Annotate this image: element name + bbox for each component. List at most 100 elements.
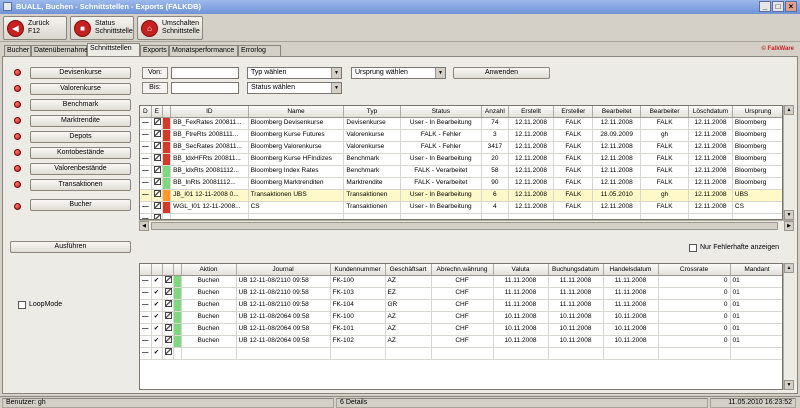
column-header[interactable]: E <box>151 106 163 118</box>
switch-interface-button[interactable]: ⌂ Umschalten Schnittstelle <box>137 16 203 40</box>
cell-typ[interactable]: Benchmark <box>343 153 401 166</box>
cell-mandant[interactable]: 01 <box>730 335 782 348</box>
column-header[interactable] <box>162 106 172 118</box>
delete-marker[interactable]: — <box>140 347 152 360</box>
cell-valuta[interactable]: 11.11.2008 <box>493 275 549 288</box>
cell-loeschdatum[interactable]: 12.11.2008 <box>688 165 733 178</box>
bucher-button[interactable]: Bucher <box>30 199 131 211</box>
cell-id[interactable]: JB_I01 12-11-2008 0... <box>170 189 249 202</box>
cell-ersteller[interactable]: FALK <box>553 129 594 142</box>
tab-datenuebernahme[interactable]: Datenübernahme <box>31 45 88 56</box>
cell-loeschdatum[interactable]: 12.11.2008 <box>688 177 733 190</box>
cell-aktion[interactable]: Buchen <box>181 335 237 348</box>
cell-anzahl[interactable]: 90 <box>481 177 509 190</box>
cell-bearbeiter[interactable]: gh <box>640 129 690 142</box>
cell-erstellt[interactable]: 12.11.2008 <box>508 129 555 142</box>
cell-cross[interactable]: 0 <box>658 287 731 300</box>
edit-icon[interactable] <box>164 299 172 307</box>
column-header[interactable]: Name <box>248 106 345 118</box>
edit-cell[interactable] <box>162 311 174 324</box>
left-button-valorenbestaende[interactable]: Valorenbestände <box>30 163 131 175</box>
edit-cell[interactable] <box>151 189 163 202</box>
cell-typ[interactable]: Valorenkurse <box>343 141 401 154</box>
cell-cross[interactable]: 0 <box>658 275 731 288</box>
edit-icon[interactable] <box>153 129 161 137</box>
cell-status[interactable]: User - In Bearbeitung <box>400 189 483 202</box>
cell-loeschdatum[interactable]: 12.11.2008 <box>688 141 733 154</box>
cell-anzahl[interactable]: 74 <box>481 117 509 130</box>
table-row[interactable]: — JB_I01 12-11-2008 0... Transaktionen UBS… <box>140 189 782 202</box>
scroll-down-icon[interactable]: ▼ <box>784 380 794 390</box>
cell-status[interactable]: User - In Bearbeitung <box>400 117 483 130</box>
von-date-input[interactable] <box>171 67 239 79</box>
cell-handel[interactable]: 10.11.2008 <box>603 323 659 336</box>
cell-journal[interactable]: UB 12-11-08/2064 09:58 <box>236 311 331 324</box>
apply-button[interactable]: Anwenden <box>453 67 550 79</box>
cell-valuta[interactable]: 10.11.2008 <box>493 335 549 348</box>
cell-ersteller[interactable]: FALK <box>553 189 594 202</box>
cell-cross[interactable]: 0 <box>658 335 731 348</box>
cell-status[interactable]: FALK - Verarbeitet <box>400 177 483 190</box>
cell-loeschdatum[interactable]: 12.11.2008 <box>688 129 733 142</box>
check-icon[interactable]: ✔ <box>151 299 163 312</box>
cell-bearbeitet[interactable]: 12.11.2008 <box>592 153 642 166</box>
left-button-kontobestaende[interactable]: Kontobestände <box>30 147 131 159</box>
edit-cell[interactable] <box>162 323 174 336</box>
cell-valuta[interactable]: 11.11.2008 <box>493 299 549 312</box>
left-button-depots[interactable]: Depots <box>30 131 131 143</box>
cell-id[interactable]: BB_FtreRts 2008111... <box>170 129 249 142</box>
edit-icon[interactable] <box>153 153 161 161</box>
column-header[interactable] <box>151 264 163 276</box>
delete-marker[interactable]: — <box>140 275 152 288</box>
table-row[interactable]: — WGL_I01 12-11-2008... CS Transaktionen Use… <box>140 201 782 214</box>
edit-cell[interactable] <box>151 129 163 142</box>
cell-status[interactable]: FALK - Fehler <box>400 141 483 154</box>
cell-cross[interactable]: 0 <box>658 299 731 312</box>
column-header[interactable]: Journal <box>236 264 331 276</box>
cell-buchung[interactable]: 11.11.2008 <box>548 287 604 300</box>
table-row[interactable]: — BB_InRts 20081112... Bloomberg Marktrend… <box>140 177 782 190</box>
cell-name[interactable]: Bloomberg Index Rates <box>248 165 345 178</box>
cell-anzahl[interactable]: 58 <box>481 165 509 178</box>
column-header[interactable]: Handelsdatum <box>603 264 659 276</box>
cell-waehrung[interactable]: CHF <box>431 311 494 324</box>
column-header[interactable]: Geschäftsart <box>385 264 432 276</box>
bis-date-input[interactable] <box>171 82 239 94</box>
cell-bearbeitet[interactable]: 28.09.2009 <box>592 129 642 142</box>
column-header[interactable] <box>140 264 152 276</box>
cell-status[interactable]: FALK - Verarbeitet <box>400 165 483 178</box>
error-only-checkbox[interactable] <box>689 244 697 252</box>
cell-bearbeitet[interactable]: 11.05.2010 <box>592 189 642 202</box>
cell-id[interactable]: BB_InRts 20081112... <box>170 177 249 190</box>
left-button-marktrendite[interactable]: Marktrendite <box>30 115 131 127</box>
cell-waehrung[interactable]: CHF <box>431 299 494 312</box>
cell-anzahl[interactable]: 20 <box>481 153 509 166</box>
table-row[interactable]: — ✔ Buchen UB 12-11-08/2110 09:58 FK-104 GR CH… <box>140 299 782 312</box>
cell-typ[interactable]: Benchmark <box>343 165 401 178</box>
check-icon[interactable]: ✔ <box>151 287 163 300</box>
cell-bearbeiter[interactable]: FALK <box>640 141 690 154</box>
edit-cell[interactable] <box>151 201 163 214</box>
cell-id[interactable]: BB_FexRates 200811... <box>170 117 249 130</box>
column-header[interactable]: Valuta <box>493 264 549 276</box>
cell-valuta[interactable]: 10.11.2008 <box>493 323 549 336</box>
cell-anzahl[interactable]: 3417 <box>481 141 509 154</box>
edit-cell[interactable] <box>151 177 163 190</box>
table-row[interactable]: — BB_IdxHFRts 200811... Bloomberg Kurse HF… <box>140 153 782 166</box>
delete-marker[interactable]: — <box>140 323 152 336</box>
tab-schnittstellen[interactable]: Schnittstellen <box>87 43 140 56</box>
cell-id[interactable]: WGL_I01 12-11-2008... <box>170 201 249 214</box>
cell-mandant[interactable]: 01 <box>730 311 782 324</box>
delete-marker[interactable]: — <box>140 177 152 190</box>
cell-art[interactable]: AZ <box>385 275 432 288</box>
delete-marker[interactable]: — <box>140 189 152 202</box>
cell-erstellt[interactable]: 12.11.2008 <box>508 201 555 214</box>
edit-icon[interactable] <box>153 201 161 209</box>
edit-cell[interactable] <box>151 117 163 130</box>
cell-aktion[interactable]: Buchen <box>181 275 237 288</box>
cell-ursprung[interactable]: Bloomberg <box>732 177 782 190</box>
empty-row[interactable]: — <box>140 213 782 219</box>
column-header[interactable]: Kundennummer <box>330 264 386 276</box>
details-vertical-scrollbar[interactable]: ▲ ▼ <box>783 263 794 390</box>
tab-errorlog[interactable]: Errorlog <box>238 45 281 56</box>
